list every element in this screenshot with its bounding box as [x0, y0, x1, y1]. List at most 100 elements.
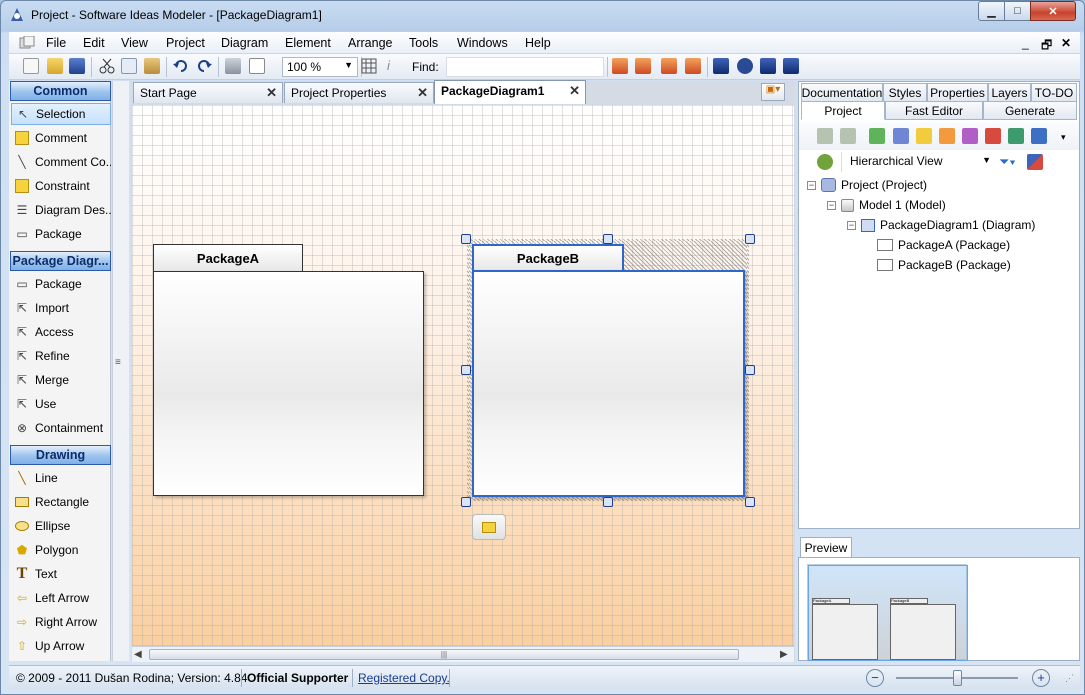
tree-item-model[interactable]: − Model 1 (Model) — [827, 196, 946, 214]
toolbox-group-package-diagram[interactable]: Package Diagr... — [10, 251, 111, 271]
tool-comment-connector[interactable]: ╲ Comment Co... — [11, 151, 111, 173]
zoom-out-button[interactable]: − — [866, 669, 884, 687]
tool-comment[interactable]: Comment — [11, 127, 111, 149]
paste-icon[interactable] — [144, 58, 160, 74]
zoom-in-button[interactable]: + — [1032, 669, 1050, 687]
tab-package-diagram1[interactable]: PackageDiagram1 ✕ — [434, 80, 586, 104]
menu-diagram[interactable]: Diagram — [221, 36, 268, 50]
tool-polygon[interactable]: ⬟ Polygon — [11, 539, 111, 561]
resize-handle-e[interactable] — [745, 365, 755, 375]
tab-start-page[interactable]: Start Page ✕ — [133, 82, 283, 103]
tool-selection[interactable]: ↖ Selection — [11, 103, 111, 125]
tab-layers[interactable]: Layers — [988, 83, 1031, 102]
tab-documentation[interactable]: Documentation — [801, 83, 883, 102]
tool-right-arrow[interactable]: ⇨ Right Arrow — [11, 611, 111, 633]
menu-help[interactable]: Help — [525, 36, 551, 50]
resize-handle-sw[interactable] — [461, 497, 471, 507]
align-left-icon[interactable] — [612, 58, 628, 74]
purple-element-icon[interactable] — [962, 128, 978, 144]
refresh-icon[interactable] — [817, 154, 833, 170]
resize-grip-icon[interactable]: ⋰ — [1065, 673, 1074, 684]
add-diagram-icon[interactable] — [840, 128, 856, 144]
scroll-left-icon[interactable]: ◀ — [134, 649, 142, 660]
zoom-slider-thumb[interactable] — [953, 670, 962, 686]
overflow-chevron-icon[interactable]: ▾ — [1061, 132, 1066, 143]
resize-handle-ne[interactable] — [745, 234, 755, 244]
close-tab-icon[interactable]: ✕ — [569, 83, 580, 99]
yellow-element-icon[interactable] — [916, 128, 932, 144]
tree-item-package-b[interactable]: PackageB (Package) — [877, 256, 1011, 274]
redo-icon[interactable] — [196, 58, 212, 74]
group-icon[interactable] — [760, 58, 776, 74]
menu-file[interactable]: File — [46, 36, 66, 50]
menu-project[interactable]: Project — [166, 36, 205, 50]
resize-handle-n[interactable] — [603, 234, 613, 244]
menu-edit[interactable]: Edit — [83, 36, 105, 50]
new-icon[interactable] — [23, 58, 39, 74]
toolbox-scrollbar[interactable]: ≡ — [112, 81, 129, 661]
orange-element-icon[interactable] — [939, 128, 955, 144]
tool-diagram-description[interactable]: ☰ Diagram Des... — [11, 199, 111, 221]
blue-element-icon[interactable] — [893, 128, 909, 144]
canvas-horizontal-scrollbar[interactable]: ◀ ||| ▶ — [132, 646, 794, 662]
filter-icon[interactable]: ⏷▾ — [999, 154, 1016, 170]
tab-list-dropdown[interactable]: ▣▾ — [761, 83, 785, 101]
add-model-icon[interactable] — [817, 128, 833, 144]
tool-up-arrow[interactable]: ⇧ Up Arrow — [11, 635, 111, 657]
red-element-icon[interactable] — [985, 128, 1001, 144]
tool-text[interactable]: T Text — [11, 563, 111, 585]
tool-ellipse[interactable]: Ellipse — [11, 515, 111, 537]
copy-icon[interactable] — [121, 58, 137, 74]
tool-import[interactable]: ⇱ Import — [11, 297, 111, 319]
toolbox-group-common[interactable]: Common — [10, 81, 111, 101]
tool-access[interactable]: ⇱ Access — [11, 321, 111, 343]
tab-project[interactable]: Project — [801, 101, 885, 120]
tool-use[interactable]: ⇱ Use — [11, 393, 111, 415]
tab-generate[interactable]: Generate — [983, 101, 1077, 120]
tab-fast-editor[interactable]: Fast Editor — [885, 101, 983, 120]
registered-link[interactable]: Registered Copy. — [358, 671, 450, 685]
layout-icon[interactable] — [713, 58, 729, 74]
tool-merge[interactable]: ⇱ Merge — [11, 369, 111, 391]
window-element-icon[interactable] — [1031, 128, 1047, 144]
tab-styles[interactable]: Styles — [883, 83, 927, 102]
menu-view[interactable]: View — [121, 36, 148, 50]
maximize-button[interactable]: □ — [1004, 1, 1031, 21]
minimize-button[interactable]: ▁ — [978, 1, 1005, 21]
element-quick-action-button[interactable] — [472, 514, 506, 540]
tool-package[interactable]: ▭ Package — [11, 223, 111, 245]
print-preview-icon[interactable] — [249, 58, 265, 74]
package-b-tab[interactable]: PackageB — [472, 244, 624, 271]
align-bottom-icon[interactable] — [685, 58, 701, 74]
tool-line[interactable]: ╲ Line — [11, 467, 111, 489]
diagram-canvas[interactable]: PackageA PackageB — [132, 105, 794, 646]
mdi-minimize-button[interactable]: _ — [1022, 36, 1029, 50]
menu-tools[interactable]: Tools — [409, 36, 438, 50]
tool-rectangle[interactable]: Rectangle — [11, 491, 111, 513]
settings-gear-icon[interactable] — [737, 58, 753, 74]
menu-element[interactable]: Element — [285, 36, 331, 50]
menu-windows[interactable]: Windows — [457, 36, 508, 50]
cut-icon[interactable] — [99, 58, 115, 74]
close-tab-icon[interactable]: ✕ — [417, 85, 428, 101]
save-icon[interactable] — [69, 58, 85, 74]
scroll-thumb[interactable]: ||| — [149, 649, 739, 660]
align-right-icon[interactable] — [635, 58, 651, 74]
view-mode-select[interactable]: Hierarchical View ▼ — [841, 152, 995, 172]
tab-preview[interactable]: Preview — [800, 537, 852, 558]
tab-todo[interactable]: TO-DO — [1031, 83, 1077, 102]
tool-package-2[interactable]: ▭ Package — [11, 273, 111, 295]
resize-handle-se[interactable] — [745, 497, 755, 507]
tree-item-diagram[interactable]: − PackageDiagram1 (Diagram) — [847, 216, 1035, 234]
document-icon[interactable] — [19, 36, 35, 50]
tree-item-project[interactable]: − Project (Project) — [807, 176, 927, 194]
tab-properties[interactable]: Properties — [927, 83, 988, 102]
mdi-close-button[interactable]: ✕ — [1061, 36, 1071, 50]
package-a[interactable] — [153, 271, 424, 496]
align-top-icon[interactable] — [661, 58, 677, 74]
find-input[interactable] — [446, 57, 604, 77]
grid-icon[interactable] — [361, 58, 377, 74]
tool-refine[interactable]: ⇱ Refine — [11, 345, 111, 367]
tab-project-properties[interactable]: Project Properties ✕ — [284, 82, 434, 103]
close-tab-icon[interactable]: ✕ — [266, 85, 277, 101]
